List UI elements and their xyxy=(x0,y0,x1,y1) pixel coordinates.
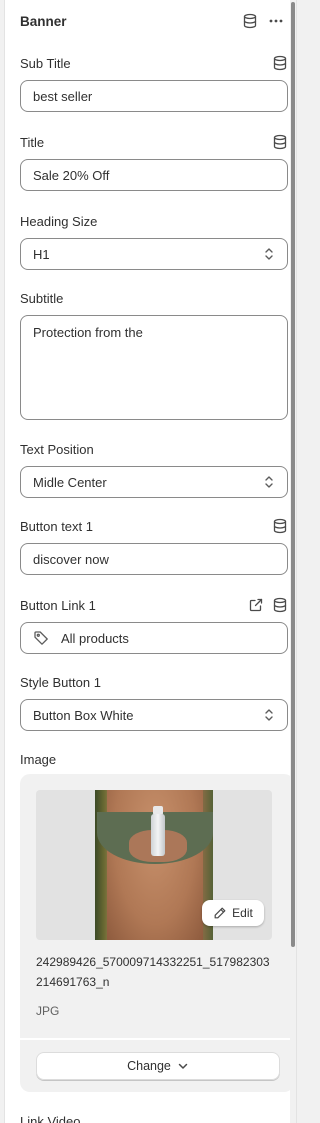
title-field: Title Sale 20% Off xyxy=(20,133,288,191)
style-button-1-value: Button Box White xyxy=(33,707,134,723)
button-text-1-value: discover now xyxy=(33,551,109,567)
sub-title-field: Sub Title best seller xyxy=(20,54,288,112)
image-card: Edit 242989426_570009714332251_517982303… xyxy=(20,774,294,1092)
database-icon[interactable] xyxy=(272,55,288,71)
subtitle-label: Subtitle xyxy=(20,290,64,306)
image-preview-frame[interactable]: Edit xyxy=(36,790,272,940)
style-button-1-select[interactable]: Button Box White xyxy=(20,699,288,731)
heading-size-value: H1 xyxy=(33,246,50,262)
button-link-1-input[interactable]: All products xyxy=(20,622,288,654)
text-position-label: Text Position xyxy=(20,441,94,457)
section-header: Banner xyxy=(20,10,284,32)
image-field: Image xyxy=(20,750,288,768)
section-title: Banner xyxy=(20,13,67,29)
link-video-label: Link Video xyxy=(20,1114,81,1123)
scrollbar[interactable] xyxy=(290,0,296,1123)
sub-title-input[interactable]: best seller xyxy=(20,80,288,112)
title-input[interactable]: Sale 20% Off xyxy=(20,159,288,191)
sub-title-value: best seller xyxy=(33,88,93,104)
button-text-1-field: Button text 1 discover now xyxy=(20,517,288,575)
select-chevron-icon xyxy=(263,474,275,490)
change-image-label: Change xyxy=(127,1059,171,1073)
button-link-1-value: All products xyxy=(61,630,129,646)
button-link-1-field: Button Link 1 All products xyxy=(20,596,288,654)
select-chevron-icon xyxy=(263,246,275,262)
database-icon[interactable] xyxy=(272,134,288,150)
sub-title-label: Sub Title xyxy=(20,55,71,71)
title-value: Sale 20% Off xyxy=(33,167,110,183)
button-text-1-label: Button text 1 xyxy=(20,518,93,534)
heading-size-label: Heading Size xyxy=(20,213,98,229)
pencil-icon xyxy=(213,906,227,920)
scrollbar-thumb[interactable] xyxy=(291,2,295,947)
external-link-icon[interactable] xyxy=(248,597,264,613)
text-position-value: Midle Center xyxy=(33,474,107,490)
button-text-1-input[interactable]: discover now xyxy=(20,543,288,575)
more-horizontal-icon[interactable] xyxy=(268,13,284,29)
text-position-field: Text Position Midle Center xyxy=(20,440,288,498)
edit-image-button[interactable]: Edit xyxy=(202,900,264,926)
subtitle-field: Subtitle Protection from the xyxy=(20,289,288,420)
subtitle-textarea[interactable]: Protection from the xyxy=(20,315,288,420)
button-link-1-label: Button Link 1 xyxy=(20,597,96,613)
chevron-down-icon xyxy=(177,1060,189,1072)
image-thumbnail xyxy=(95,790,213,940)
database-icon[interactable] xyxy=(272,518,288,534)
subtitle-value: Protection from the xyxy=(33,325,143,340)
edit-image-label: Edit xyxy=(232,906,253,920)
title-label: Title xyxy=(20,134,45,150)
heading-size-select[interactable]: H1 xyxy=(20,238,288,270)
style-button-1-field: Style Button 1 Button Box White xyxy=(20,673,288,731)
card-divider xyxy=(20,1038,294,1040)
image-label: Image xyxy=(20,751,57,767)
text-position-select[interactable]: Midle Center xyxy=(20,466,288,498)
database-icon[interactable] xyxy=(272,597,288,613)
image-filename: 242989426_570009714332251_51798230321469… xyxy=(36,955,270,989)
heading-size-field: Heading Size H1 xyxy=(20,212,288,270)
image-filetype: JPG xyxy=(36,1004,60,1018)
database-icon[interactable] xyxy=(242,13,258,29)
select-chevron-icon xyxy=(263,707,275,723)
change-image-button[interactable]: Change xyxy=(36,1052,280,1080)
settings-panel: Banner Sub Title best seller Title Sale … xyxy=(4,0,297,1123)
style-button-1-label: Style Button 1 xyxy=(20,674,101,690)
tag-icon xyxy=(33,630,49,646)
